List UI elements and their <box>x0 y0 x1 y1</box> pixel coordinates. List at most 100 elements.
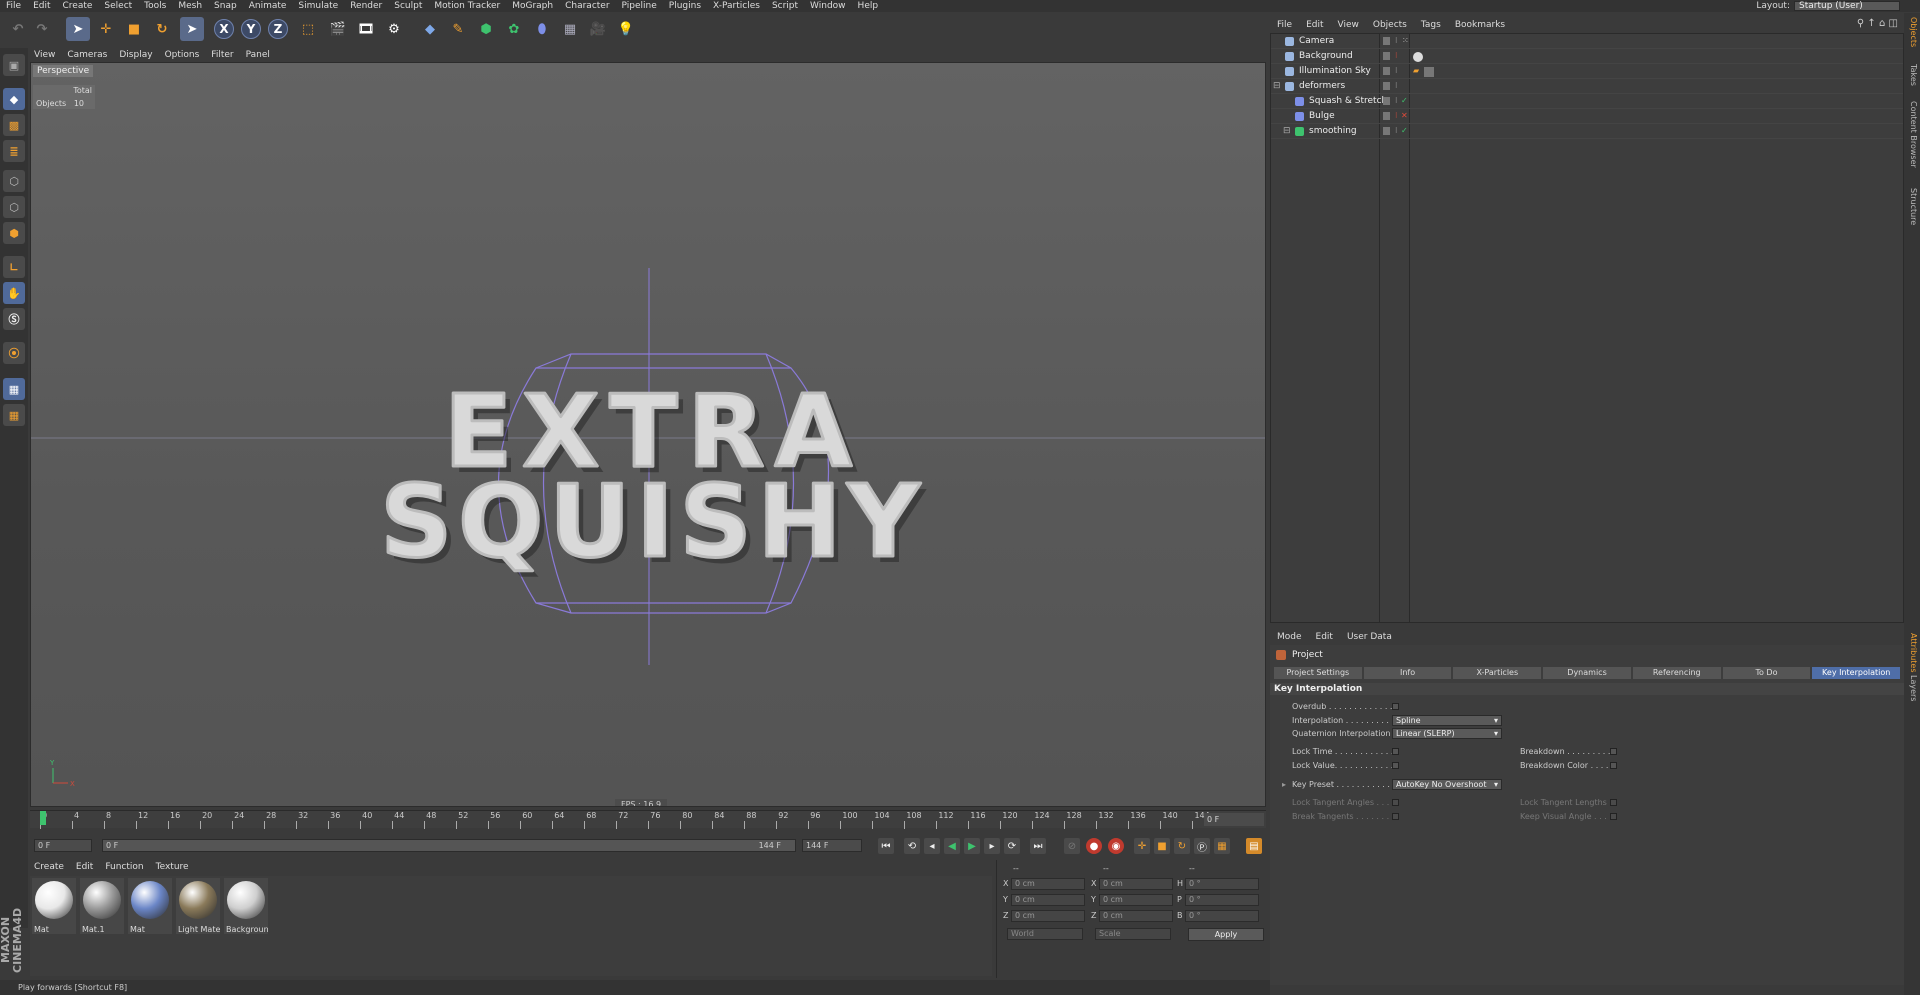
menu-simulate[interactable]: Simulate <box>292 0 344 12</box>
object-menu-bookmarks[interactable]: Bookmarks <box>1448 20 1512 30</box>
perspective-viewport[interactable]: Perspective Total Objects 10 EXTRA SQUIS… <box>30 62 1266 807</box>
menu-sculpt[interactable]: Sculpt <box>388 0 428 12</box>
render-view-icon[interactable]: 🎬 <box>326 17 350 41</box>
start-frame-field[interactable]: 0 F <box>34 839 92 852</box>
key-preset-expander-icon[interactable]: ▸ <box>1282 780 1286 789</box>
key-pla-icon[interactable]: ▦ <box>1214 838 1230 854</box>
key-position-icon[interactable]: ✛ <box>1134 838 1150 854</box>
menu-script[interactable]: Script <box>766 0 804 12</box>
render-dot-icon[interactable]: ⁝ <box>1395 82 1402 90</box>
menu-window[interactable]: Window <box>804 0 852 12</box>
menu-pipeline[interactable]: Pipeline <box>616 0 663 12</box>
coord-value-field[interactable]: 0 cm <box>1099 910 1173 922</box>
apply-button[interactable]: Apply <box>1188 928 1264 941</box>
texture-mode-icon[interactable]: ▩ <box>3 114 25 136</box>
key-rotation-icon[interactable]: ↻ <box>1174 838 1190 854</box>
coord-value-field[interactable]: 0 cm <box>1099 894 1173 906</box>
cloner-icon[interactable]: ✿ <box>502 17 526 41</box>
menu-mesh[interactable]: Mesh <box>172 0 208 12</box>
key-scale-icon[interactable]: ■ <box>1154 838 1170 854</box>
go-to-end-icon[interactable]: ⏭ <box>1030 838 1046 854</box>
viewport-menu-filter[interactable]: Filter <box>205 50 239 60</box>
viewport-menu-options[interactable]: Options <box>159 50 206 60</box>
keep-visual-angle-checkbox[interactable] <box>1610 813 1617 820</box>
menu-snap[interactable]: Snap <box>208 0 243 12</box>
play-forwards-icon[interactable]: ▶ <box>964 838 980 854</box>
tab-x-particles[interactable]: X-Particles <box>1453 667 1542 679</box>
quaternion-dropdown[interactable]: Linear (SLERP) <box>1392 728 1502 739</box>
previous-key-icon[interactable]: ⟲ <box>904 838 920 854</box>
menu-edit[interactable]: Edit <box>27 0 56 12</box>
current-frame-field[interactable]: 0 F <box>1204 813 1264 826</box>
polygons-mode-icon[interactable]: ⬢ <box>3 222 25 244</box>
interpolation-dropdown[interactable]: Spline <box>1392 715 1502 726</box>
object-row[interactable]: Background ⁝ <box>1271 49 1903 64</box>
render-settings-icon[interactable]: ⚙ <box>382 17 406 41</box>
visibility-icon[interactable] <box>1383 52 1390 60</box>
lock-time-checkbox[interactable] <box>1392 748 1399 755</box>
disabled-icon[interactable]: ✕ <box>1401 112 1408 120</box>
cube-icon[interactable]: ◆ <box>418 17 442 41</box>
object-menu-view[interactable]: View <box>1331 20 1366 30</box>
planar-workplane-icon[interactable]: ▦ <box>3 404 25 426</box>
workplane-icon[interactable]: ≣ <box>3 140 25 162</box>
soft-selection-icon[interactable]: ⦿ <box>3 342 25 364</box>
visibility-icon[interactable] <box>1383 37 1390 45</box>
axis-mode-icon[interactable]: ∟ <box>3 256 25 278</box>
undo-icon[interactable]: ↶ <box>6 17 30 41</box>
record-keys-icon[interactable]: ⊘ <box>1064 838 1080 854</box>
menu-x-particles[interactable]: X-Particles <box>707 0 766 12</box>
visibility-icon[interactable] <box>1383 82 1390 90</box>
edge-tab-layers[interactable]: Layers <box>1906 675 1918 701</box>
redo-icon[interactable]: ↷ <box>30 17 54 41</box>
tab-project-settings[interactable]: Project Settings <box>1274 667 1362 679</box>
menu-mograph[interactable]: MoGraph <box>506 0 559 12</box>
attribute-menu-user-data[interactable]: User Data <box>1340 632 1399 642</box>
model-mode-icon[interactable]: ◆ <box>3 88 25 110</box>
menu-animate[interactable]: Animate <box>243 0 293 12</box>
material-swatch[interactable]: Mat <box>128 878 172 934</box>
rotate-icon[interactable]: ↻ <box>150 17 174 41</box>
attribute-menu-edit[interactable]: Edit <box>1309 632 1340 642</box>
edges-mode-icon[interactable]: ⬡ <box>3 196 25 218</box>
up-arrow-icon[interactable]: ↑ <box>1867 18 1875 29</box>
lock-tangent-lengths-checkbox[interactable] <box>1610 799 1617 806</box>
object-menu-file[interactable]: File <box>1270 20 1299 30</box>
menu-help[interactable]: Help <box>852 0 885 12</box>
tab-dynamics[interactable]: Dynamics <box>1543 667 1631 679</box>
menu-render[interactable]: Render <box>344 0 388 12</box>
deformer-icon[interactable]: ⬮ <box>530 17 554 41</box>
light-icon[interactable]: 💡 <box>614 17 638 41</box>
viewport-menu-display[interactable]: Display <box>113 50 158 60</box>
world-select[interactable]: World <box>1007 928 1083 940</box>
z-axis-lock[interactable]: Z <box>268 19 288 39</box>
viewport-menu-view[interactable]: View <box>28 50 61 60</box>
tab-to-do[interactable]: To Do <box>1722 667 1811 679</box>
floor-icon[interactable]: ▦ <box>558 17 582 41</box>
menu-character[interactable]: Character <box>559 0 615 12</box>
key-parameter-icon[interactable]: Ⓟ <box>1194 838 1210 854</box>
recent-tool-icon[interactable]: ➤ <box>180 17 204 41</box>
viewport-menu-cameras[interactable]: Cameras <box>61 50 113 60</box>
timeline-window-icon[interactable]: ▤ <box>1246 838 1262 854</box>
expand-toggle-icon[interactable]: ⊟ <box>1273 81 1281 91</box>
object-row[interactable]: Squash & Stretch ⁝ ✓ <box>1271 94 1903 109</box>
breakdown-color-checkbox[interactable] <box>1610 762 1617 769</box>
visibility-icon[interactable] <box>1383 127 1390 135</box>
edge-tab-attributes[interactable]: Attributes <box>1906 633 1918 673</box>
menu-create[interactable]: Create <box>57 0 99 12</box>
scale-icon[interactable]: ■ <box>122 17 146 41</box>
breakdown-checkbox[interactable] <box>1610 748 1617 755</box>
menu-motion-tracker[interactable]: Motion Tracker <box>428 0 506 12</box>
y-axis-lock[interactable]: Y <box>241 19 261 39</box>
menu-file[interactable]: File <box>0 0 27 12</box>
coord-value-field[interactable]: 0 cm <box>1099 878 1173 890</box>
play-backwards-icon[interactable]: ◀ <box>944 838 960 854</box>
render-dot-icon[interactable]: ⁝ <box>1395 52 1402 60</box>
autokey-icon[interactable]: ◉ <box>1108 838 1124 854</box>
snap-icon[interactable]: Ⓢ <box>3 308 25 330</box>
next-key-icon[interactable]: ⟳ <box>1004 838 1020 854</box>
tweak-mode-icon[interactable]: ✋ <box>3 282 25 304</box>
key-preset-dropdown[interactable]: AutoKey No Overshoot <box>1392 779 1502 790</box>
edge-tab-objects[interactable]: Objects <box>1906 17 1918 47</box>
